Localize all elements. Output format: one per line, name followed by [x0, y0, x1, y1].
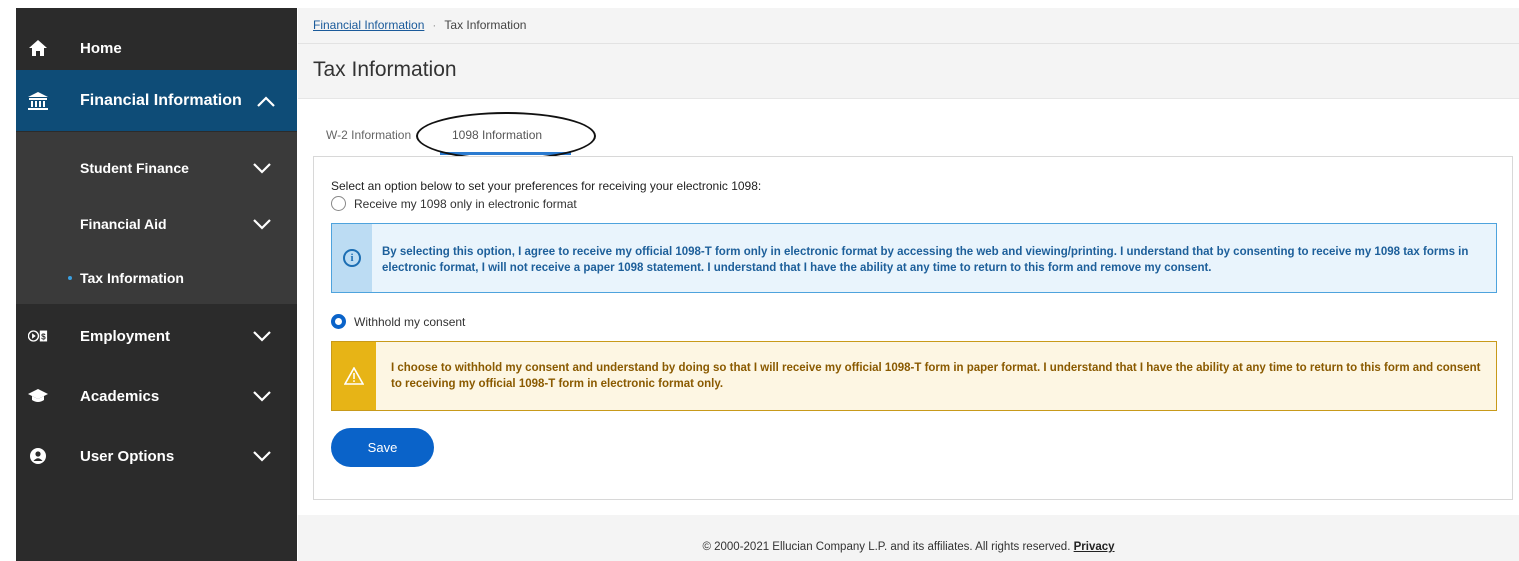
privacy-link[interactable]: Privacy — [1074, 541, 1115, 553]
sidebar-item-label: Tax Information — [80, 270, 184, 286]
page-title: Tax Information — [313, 58, 457, 81]
radio-option-electronic[interactable]: Receive my 1098 only in electronic forma… — [331, 196, 577, 211]
breadcrumb-bar: Financial Information · Tax Information — [298, 8, 1519, 44]
sidebar-item-label: Financial Information — [80, 91, 242, 109]
chevron-down-icon — [253, 331, 271, 342]
chevron-down-icon — [253, 391, 271, 402]
sidebar-item-label: Student Finance — [80, 160, 189, 176]
save-button[interactable]: Save — [331, 428, 434, 467]
user-icon — [28, 446, 48, 466]
sidebar-submenu: Student Finance Financial Aid Tax Inform… — [16, 132, 297, 304]
bank-icon — [28, 91, 48, 111]
warning-message-text: I choose to withhold my consent and unde… — [391, 362, 1481, 390]
chevron-down-icon — [253, 451, 271, 462]
sidebar-item-label: User Options — [80, 447, 175, 465]
sidebar-item-label: Home — [80, 39, 122, 57]
tax-form-panel: Select an option below to set your prefe… — [313, 156, 1513, 500]
sidebar-item-tax-information[interactable]: Tax Information — [16, 252, 297, 304]
tab-w2-information[interactable]: W-2 Information — [326, 128, 411, 142]
sidebar-item-user-options[interactable]: User Options — [16, 428, 297, 484]
warning-side-bar — [332, 342, 376, 410]
warning-message-box: I choose to withhold my consent and unde… — [331, 341, 1497, 411]
home-icon — [28, 38, 48, 58]
chevron-down-icon — [253, 163, 271, 174]
sidebar-item-label: Employment — [80, 327, 171, 345]
info-icon: i — [343, 249, 361, 267]
sidebar-item-student-finance[interactable]: Student Finance — [16, 142, 297, 194]
employment-icon: $ — [28, 326, 48, 346]
title-bar: Tax Information — [298, 44, 1519, 99]
info-message-box: i By selecting this option, I agree to r… — [331, 223, 1497, 293]
footer: © 2000-2021 Ellucian Company L.P. and it… — [298, 515, 1519, 561]
radio-label: Withhold my consent — [354, 314, 466, 329]
warning-icon — [344, 367, 364, 385]
page: Home Financial Information Student Finan… — [0, 0, 1519, 561]
graduation-cap-icon — [28, 386, 48, 406]
annotation-circle — [416, 112, 596, 160]
radio-button-checked[interactable] — [331, 314, 346, 329]
svg-text:$: $ — [41, 333, 46, 342]
radio-option-withhold[interactable]: Withhold my consent — [331, 314, 465, 329]
breadcrumb-link-financial-information[interactable]: Financial Information — [313, 18, 424, 32]
sidebar-item-financial-information[interactable]: Financial Information — [16, 70, 297, 131]
info-message-text: By selecting this option, I agree to rec… — [382, 246, 1469, 274]
info-side-bar: i — [332, 224, 372, 292]
sidebar-item-label: Financial Aid — [80, 216, 167, 232]
copyright-text: © 2000-2021 Ellucian Company L.P. and it… — [702, 541, 1071, 553]
sidebar: Home Financial Information Student Finan… — [16, 8, 297, 561]
form-prompt: Select an option below to set your prefe… — [331, 179, 762, 193]
radio-label: Receive my 1098 only in electronic forma… — [354, 196, 577, 211]
radio-button-unchecked[interactable] — [331, 196, 346, 211]
sidebar-item-employment[interactable]: $ Employment — [16, 308, 297, 364]
sidebar-item-financial-aid[interactable]: Financial Aid — [16, 198, 297, 250]
sidebar-item-academics[interactable]: Academics — [16, 368, 297, 424]
chevron-down-icon — [253, 219, 271, 230]
footer-text: © 2000-2021 Ellucian Company L.P. and it… — [298, 541, 1519, 553]
active-indicator-dot — [68, 276, 72, 280]
chevron-up-icon — [257, 95, 275, 107]
sidebar-item-label: Academics — [80, 387, 160, 405]
breadcrumb-separator: · — [432, 18, 437, 32]
sidebar-item-home[interactable]: Home — [16, 18, 297, 78]
breadcrumb: Financial Information · Tax Information — [313, 18, 526, 32]
breadcrumb-current: Tax Information — [444, 18, 527, 32]
